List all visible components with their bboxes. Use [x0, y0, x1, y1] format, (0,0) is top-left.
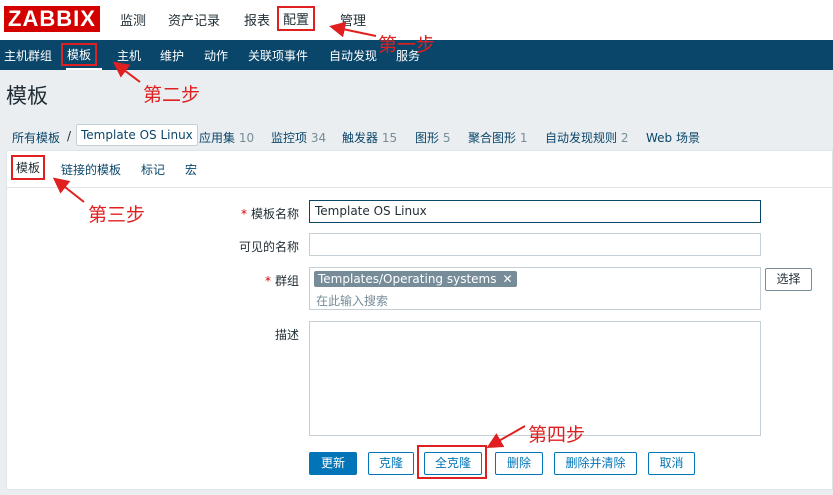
arrow-step4: [486, 425, 526, 448]
arrow-step3: [52, 177, 85, 203]
arrow-step1: [329, 21, 377, 38]
arrow-step2: [112, 61, 141, 83]
annotation-arrows: [52, 21, 526, 448]
